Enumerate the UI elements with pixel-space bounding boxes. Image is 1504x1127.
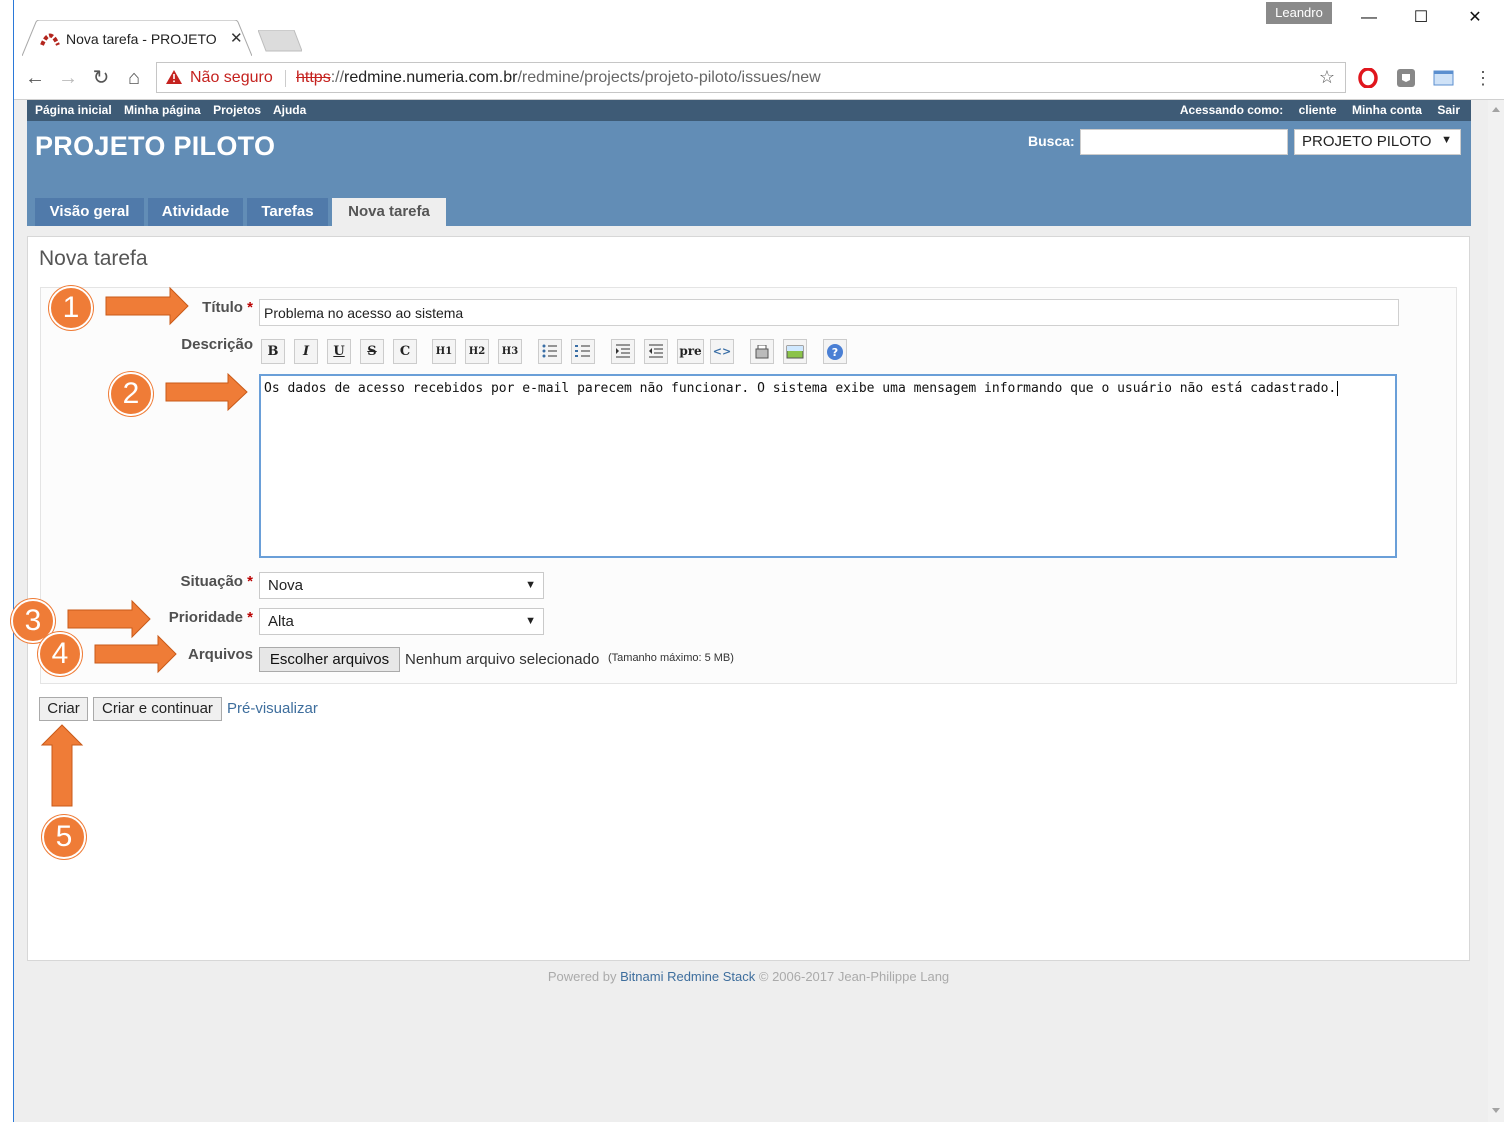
arrow-2 — [165, 372, 248, 412]
step-marker-5: 5 — [42, 815, 86, 859]
arrow-5 — [40, 724, 84, 807]
arrow-4 — [94, 634, 177, 674]
step-marker-1: 1 — [49, 286, 93, 330]
step-marker-2: 2 — [109, 372, 153, 416]
step-marker-4: 4 — [38, 632, 82, 676]
annotation-arrows — [40, 286, 248, 807]
arrow-3 — [67, 599, 151, 639]
arrow-1 — [105, 286, 189, 326]
